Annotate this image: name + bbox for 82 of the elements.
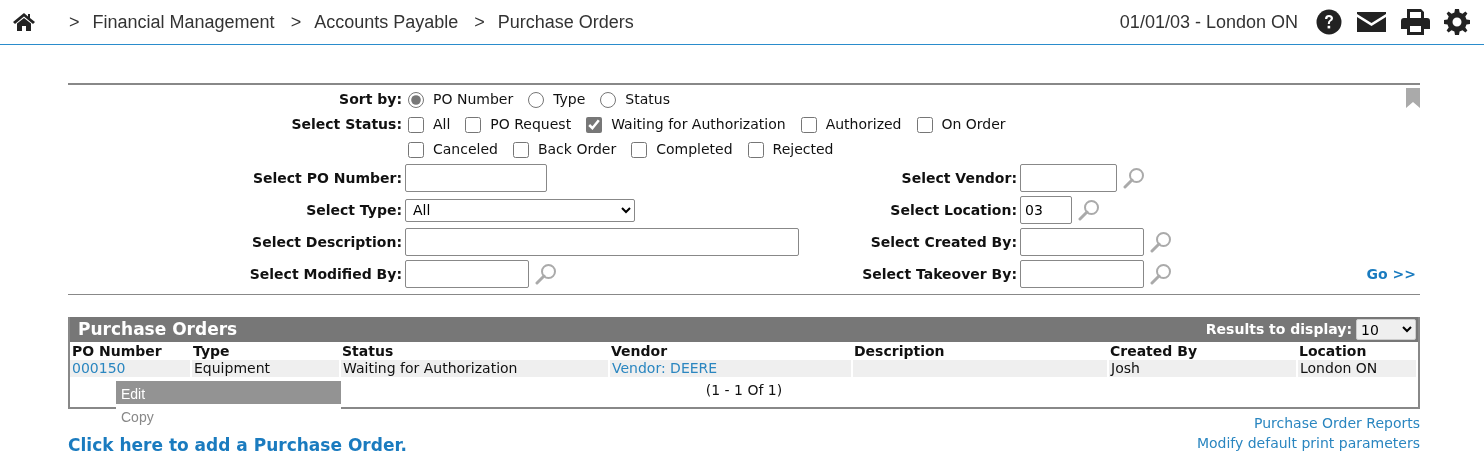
radio-button[interactable] (600, 91, 617, 108)
input-field[interactable] (405, 164, 547, 192)
option-label: Waiting for Authorization (611, 115, 786, 134)
footer-link[interactable]: Modify default print parameters (1196, 433, 1420, 453)
field-label: Sort by: (338, 90, 403, 109)
field-label: Results to display: (1205, 320, 1352, 339)
radio-button[interactable] (528, 91, 545, 108)
table-cell: London ON (1297, 360, 1417, 377)
checkbox[interactable] (916, 116, 933, 133)
table-cell: Equipment (191, 360, 340, 377)
column-header: Type (191, 342, 340, 360)
input-field[interactable] (405, 260, 529, 288)
option-label: Authorized (825, 115, 902, 134)
breadcrumb-separator: > (290, 10, 302, 34)
column-header: Created By (1108, 342, 1297, 360)
checkbox[interactable] (465, 116, 482, 133)
field-label: Select Status: (290, 115, 403, 134)
settings-icon[interactable] (1444, 9, 1470, 35)
table-cell: Waiting for Authorization (340, 360, 609, 377)
option-label: Rejected (772, 140, 834, 159)
option-label: PO Request (490, 115, 572, 134)
field-label: Select Modified By: (248, 264, 403, 284)
option-label: Back Order (537, 140, 617, 159)
radio-button[interactable] (408, 91, 424, 108)
checkbox[interactable] (800, 116, 817, 133)
field-label: Select Type: (305, 200, 403, 220)
add-link[interactable]: Click here to add a Purchase Order. (68, 433, 407, 459)
pagination-text: (1 - 1 Of 1) (705, 382, 783, 398)
footer-link[interactable]: Purchase Order Reports (1254, 413, 1420, 433)
breadcrumb-separator: > (69, 10, 80, 34)
column-header: Vendor (609, 342, 852, 360)
date-location-text: 01/01/03 - London ON (1119, 10, 1298, 34)
table-cell: Josh (1108, 360, 1297, 377)
printer-icon[interactable] (1401, 9, 1430, 35)
option-label: PO Number (433, 90, 514, 109)
menu-item[interactable]: Edit (116, 381, 341, 404)
breadcrumb-link[interactable]: Purchase Orders (497, 8, 634, 36)
bookmark-icon[interactable] (1406, 87, 1420, 108)
column-header: PO Number (70, 342, 191, 360)
checkbox[interactable] (631, 141, 648, 158)
input-field[interactable] (1020, 260, 1144, 288)
field-label: Select Location: (889, 200, 1018, 220)
help-icon[interactable] (1316, 9, 1342, 35)
results-dropdown[interactable]: 10 (1356, 319, 1416, 340)
field-label: Select Takeover By: (861, 264, 1018, 284)
envelope-icon[interactable] (1356, 10, 1387, 34)
option-label: Type (553, 90, 586, 109)
column-header: Status (340, 342, 609, 360)
search-icon[interactable] (1078, 199, 1100, 221)
column-header: Description (852, 342, 1108, 360)
column-header: Location (1297, 342, 1417, 360)
input-field[interactable] (405, 228, 799, 256)
home-icon[interactable] (13, 13, 35, 31)
checkbox[interactable] (586, 116, 603, 133)
breadcrumb-separator: > (474, 10, 485, 34)
field-label: Select Description: (251, 232, 403, 252)
option-label: Status (625, 90, 670, 109)
input-field[interactable] (1020, 164, 1117, 192)
field-label: Select Created By: (869, 232, 1018, 252)
search-icon[interactable] (535, 263, 557, 285)
option-label: On Order (941, 115, 1006, 134)
go-link[interactable]: Go >> (1366, 263, 1416, 285)
section-title: Purchase Orders (78, 317, 238, 341)
input-field[interactable]: 03 (1020, 196, 1072, 224)
checkbox[interactable] (747, 141, 764, 158)
field-label: Select Vendor: (900, 168, 1018, 188)
input-field[interactable] (1020, 228, 1144, 256)
search-icon[interactable] (1150, 263, 1172, 285)
table-link[interactable]: Vendor: DEERE (609, 360, 852, 377)
table-link[interactable]: 000150 (70, 360, 191, 377)
checkbox[interactable] (408, 116, 424, 133)
option-label: All (433, 115, 451, 134)
search-icon[interactable] (1123, 167, 1145, 189)
field-label: Select PO Number: (251, 168, 403, 188)
breadcrumb-link[interactable]: Accounts Payable (314, 8, 459, 36)
checkbox[interactable] (408, 141, 424, 158)
checkbox[interactable] (512, 141, 529, 158)
search-icon[interactable] (1150, 231, 1172, 253)
type-dropdown[interactable]: All (405, 198, 635, 222)
breadcrumb-link[interactable]: Financial Management (92, 8, 275, 36)
option-label: Canceled (433, 140, 498, 159)
option-label: Completed (656, 140, 733, 159)
